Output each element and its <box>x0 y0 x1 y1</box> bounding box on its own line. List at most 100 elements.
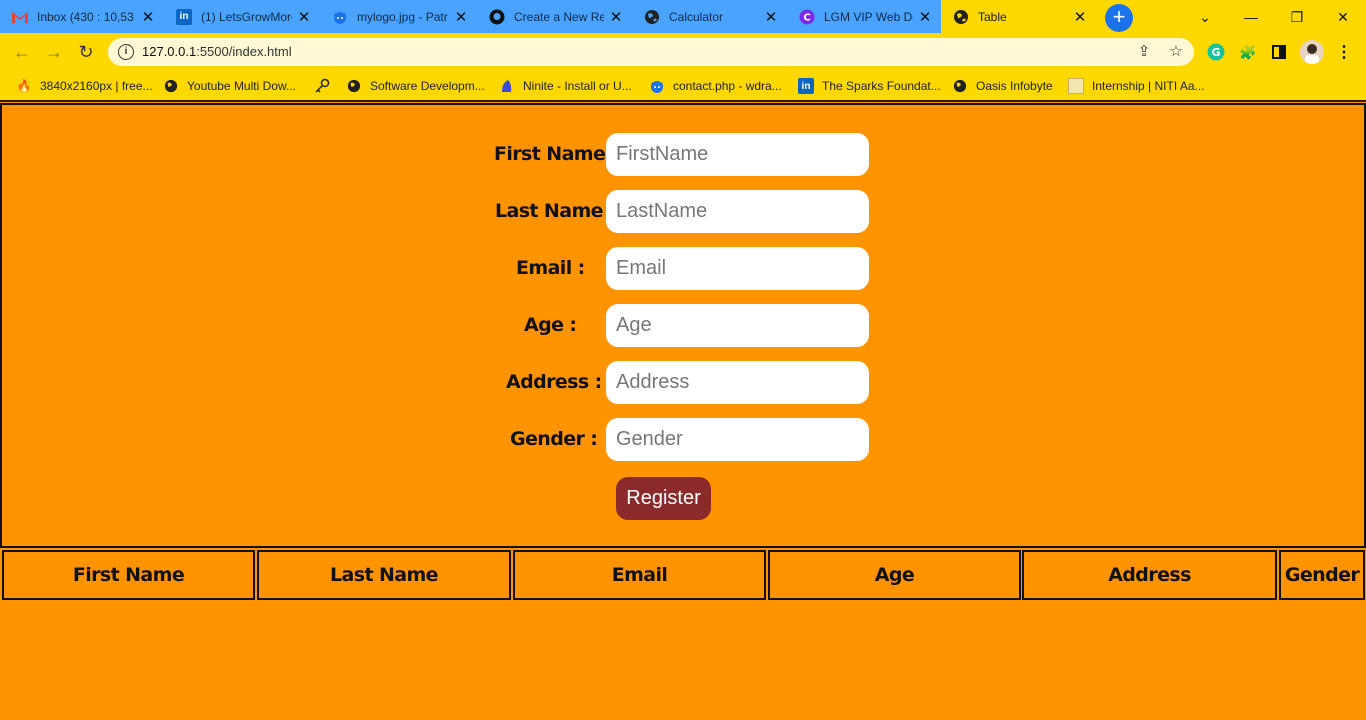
registration-form: First Name : Last Name : Email : Age : A… <box>0 103 1366 548</box>
svg-text:G: G <box>1211 46 1220 59</box>
bookmark-item[interactable] <box>314 76 338 96</box>
grammarly-icon[interactable]: G <box>1205 41 1227 63</box>
window-close-icon[interactable]: ✕ <box>1320 0 1366 34</box>
tab-title: (1) LetsGrowMore <box>201 9 292 24</box>
bookmarks-bar: 🔥 3840x2160px | free... Youtube Multi Do… <box>0 70 1366 102</box>
bookmark-label: 3840x2160px | free... <box>40 79 153 93</box>
share-icon[interactable]: ⇪ <box>1134 42 1154 62</box>
gmail-icon <box>12 9 28 25</box>
header-email: Email <box>513 550 766 600</box>
age-row: Age : <box>2 304 1366 347</box>
forward-icon[interactable]: → <box>40 38 68 66</box>
linkedin-icon: in <box>798 78 814 94</box>
bookmark-label: The Sparks Foundat... <box>822 79 941 93</box>
bookmark-label: contact.php - wdra... <box>673 79 782 93</box>
address-row: Address : <box>2 361 1366 404</box>
last-name-input[interactable] <box>606 190 869 233</box>
table-header-row: First Name Last Name Email Age Address G… <box>2 550 1366 600</box>
bookmark-item[interactable]: in The Sparks Foundat... <box>798 76 941 96</box>
gender-input[interactable] <box>606 418 869 461</box>
tab-search-icon[interactable]: ⌄ <box>1182 0 1228 34</box>
new-tab-button[interactable]: + <box>1105 4 1133 32</box>
header-last-name: Last Name <box>257 550 511 600</box>
address-label: Address : <box>506 371 602 393</box>
menu-kebab-icon[interactable]: ⋮ <box>1333 41 1355 63</box>
tab-title: Create a New Rep <box>514 9 604 24</box>
ninite-icon <box>499 78 515 94</box>
bookmark-item[interactable]: Internship | NITI Aa... <box>1068 76 1205 96</box>
first-name-label: First Name : <box>494 143 619 165</box>
url-text: 127.0.0.1:5500/index.html <box>142 44 292 59</box>
tab-gmail[interactable]: Inbox (430 : 10,53 ✕ <box>0 0 164 33</box>
bookmark-star-icon[interactable]: ☆ <box>1166 42 1186 62</box>
tab-title: LGM VIP Web De <box>824 9 913 24</box>
tab-title: Table <box>978 10 1007 24</box>
close-icon[interactable]: ✕ <box>763 9 779 26</box>
age-input[interactable] <box>606 304 869 347</box>
page-content: First Name : Last Name : Email : Age : A… <box>0 103 1366 720</box>
bookmark-label: Oasis Infobyte <box>976 79 1053 93</box>
url-path: :5500/index.html <box>196 44 292 59</box>
side-panel-icon[interactable] <box>1268 41 1290 63</box>
globe-icon <box>644 9 660 25</box>
close-icon[interactable]: ✕ <box>140 9 156 26</box>
github-cat-icon <box>649 78 665 94</box>
last-name-row: Last Name : <box>2 190 1366 233</box>
svg-text:C: C <box>803 12 810 23</box>
register-button[interactable]: Register <box>616 477 711 520</box>
tab-linkedin[interactable]: in (1) LetsGrowMore ✕ <box>164 0 320 33</box>
tab-title: Inbox (430 : 10,53 <box>37 9 134 24</box>
close-icon[interactable]: ✕ <box>608 9 624 26</box>
globe-icon <box>952 78 968 94</box>
site-info-icon[interactable]: i <box>118 44 134 60</box>
header-address: Address <box>1022 550 1277 600</box>
tab-title: mylogo.jpg - Patr <box>357 9 448 24</box>
tab-table[interactable]: Table ✕ <box>941 0 1096 34</box>
close-icon[interactable]: ✕ <box>453 9 469 26</box>
url-host: 127.0.0.1 <box>142 44 197 59</box>
canva-icon: C <box>799 9 815 25</box>
last-name-label: Last Name : <box>495 200 617 222</box>
close-icon[interactable]: ✕ <box>917 9 933 26</box>
bookmark-item[interactable]: Youtube Multi Dow... <box>163 76 296 96</box>
github-cat-icon <box>332 9 348 25</box>
tab-title: Calculator <box>669 9 724 24</box>
bookmark-item[interactable]: 🔥 3840x2160px | free... <box>16 76 153 96</box>
tab-lgm[interactable]: C LGM VIP Web De ✕ <box>787 0 941 33</box>
header-first-name: First Name <box>2 550 255 600</box>
key-icon <box>314 78 330 94</box>
first-name-input[interactable] <box>606 133 869 176</box>
niti-icon <box>1068 78 1084 94</box>
restore-icon[interactable]: ❐ <box>1274 0 1320 34</box>
globe-icon <box>163 78 179 94</box>
bookmark-item[interactable]: Ninite - Install or U... <box>499 76 632 96</box>
tab-mylogo[interactable]: mylogo.jpg - Patr ✕ <box>320 0 477 33</box>
gender-row: Gender : <box>2 418 1366 461</box>
back-icon[interactable]: ← <box>8 38 36 66</box>
address-input[interactable] <box>606 361 869 404</box>
email-row: Email : <box>2 247 1366 290</box>
bookmark-item[interactable]: Oasis Infobyte <box>952 76 1053 96</box>
globe-icon <box>346 78 362 94</box>
extensions-puzzle-icon[interactable]: 🧩 <box>1237 41 1259 63</box>
close-icon[interactable]: ✕ <box>296 9 312 26</box>
email-label: Email : <box>516 257 585 279</box>
email-input[interactable] <box>606 247 869 290</box>
close-icon[interactable]: ✕ <box>1072 9 1088 26</box>
header-gender: Gender <box>1279 550 1365 600</box>
tab-calculator[interactable]: Calculator ✕ <box>632 0 787 33</box>
bookmark-label: Software Developm... <box>370 79 485 93</box>
bookmark-item[interactable]: contact.php - wdra... <box>649 76 782 96</box>
address-bar[interactable]: i 127.0.0.1:5500/index.html ⇪ ☆ <box>108 38 1194 66</box>
minimize-icon[interactable]: — <box>1228 0 1274 34</box>
flame-icon: 🔥 <box>16 79 32 93</box>
tab-new-repo[interactable]: Create a New Rep ✕ <box>477 0 632 33</box>
first-name-row: First Name : <box>2 133 1366 176</box>
globe-icon <box>953 9 969 25</box>
reload-icon[interactable]: ↻ <box>72 38 100 66</box>
bookmark-label: Internship | NITI Aa... <box>1092 79 1205 93</box>
github-icon <box>489 9 505 25</box>
gender-label: Gender : <box>510 428 598 450</box>
avatar[interactable] <box>1300 40 1324 64</box>
bookmark-item[interactable]: Software Developm... <box>346 76 485 96</box>
